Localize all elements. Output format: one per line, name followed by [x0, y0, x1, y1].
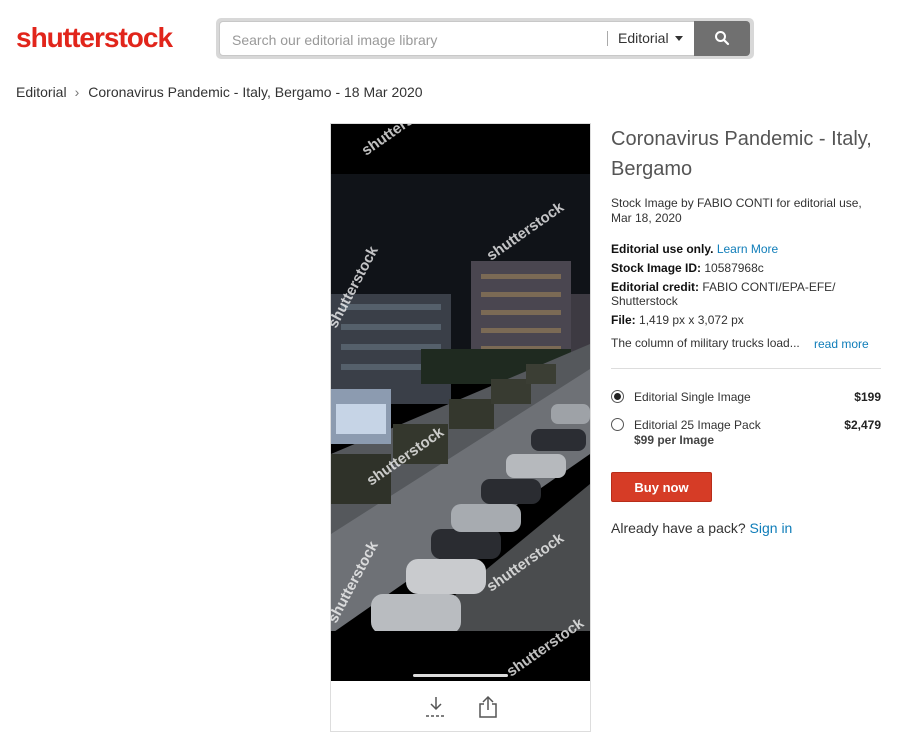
search-icon — [715, 31, 730, 46]
editorial-use-note: Editorial use only. Learn More — [611, 242, 881, 256]
search-filter-dropdown[interactable]: Editorial — [618, 30, 683, 46]
learn-more-link[interactable]: Learn More — [717, 242, 778, 256]
share-button[interactable] — [476, 695, 500, 719]
option-price: $2,479 — [844, 418, 881, 432]
option-sublabel: $99 per Image — [634, 433, 715, 447]
file-info: File: 1,419 px x 3,072 px — [611, 313, 881, 327]
radio-image-pack[interactable] — [611, 418, 624, 431]
breadcrumb-current: Coronavirus Pandemic - Italy, Bergamo - … — [88, 84, 423, 100]
breadcrumb: Editorial › Coronavirus Pandemic - Italy, … — [16, 84, 423, 100]
image-toolbar — [331, 681, 590, 731]
editorial-credit: Editorial credit: FABIO CONTI/EPA-EFE/ S… — [611, 280, 841, 308]
divider — [611, 368, 881, 369]
photo-illustration: shutterstock shutterstock shutterstock s… — [331, 124, 590, 681]
search-input[interactable] — [230, 29, 594, 51]
search-divider — [607, 31, 608, 46]
image-title: Coronavirus Pandemic - Italy, Bergamo — [611, 128, 872, 180]
search-button[interactable] — [694, 21, 750, 56]
sign-in-link[interactable]: Sign in — [750, 520, 793, 536]
download-button[interactable] — [424, 695, 448, 719]
share-icon — [479, 695, 497, 718]
file-label: File: — [611, 313, 636, 327]
stock-image-id-value: 10587968c — [704, 261, 764, 275]
stock-image-id: Stock Image ID: 10587968c — [611, 261, 881, 275]
chevron-down-icon — [674, 36, 683, 41]
chevron-right-icon: › — [74, 84, 80, 100]
search-box: Editorial — [219, 21, 697, 56]
read-more-link[interactable]: read more — [814, 337, 869, 351]
search-filter-label: Editorial — [618, 30, 669, 46]
editorial-credit-label: Editorial credit: — [611, 280, 700, 294]
breadcrumb-editorial[interactable]: Editorial — [16, 84, 67, 100]
pack-signin: Already have a pack? Sign in — [611, 520, 792, 536]
buy-now-button[interactable]: Buy now — [611, 472, 712, 502]
radio-single-image[interactable] — [611, 390, 624, 403]
option-label: Editorial 25 Image Pack — [634, 418, 761, 432]
shutterstock-logo[interactable]: shutterstock — [16, 22, 173, 54]
file-value: 1,419 px x 3,072 px — [639, 313, 744, 327]
preview-photo[interactable]: shutterstock shutterstock shutterstock s… — [331, 124, 590, 681]
image-byline: Stock Image by FABIO CONTI for editorial… — [611, 196, 862, 225]
option-label: Editorial Single Image — [634, 390, 751, 404]
pack-text: Already have a pack? — [611, 520, 746, 536]
stock-image-id-label: Stock Image ID: — [611, 261, 702, 275]
search-bar: Editorial — [216, 18, 754, 59]
download-icon — [426, 697, 446, 717]
image-preview: shutterstock shutterstock shutterstock s… — [330, 123, 591, 732]
editorial-use-label: Editorial use only. — [611, 242, 714, 256]
option-price: $199 — [854, 390, 881, 404]
